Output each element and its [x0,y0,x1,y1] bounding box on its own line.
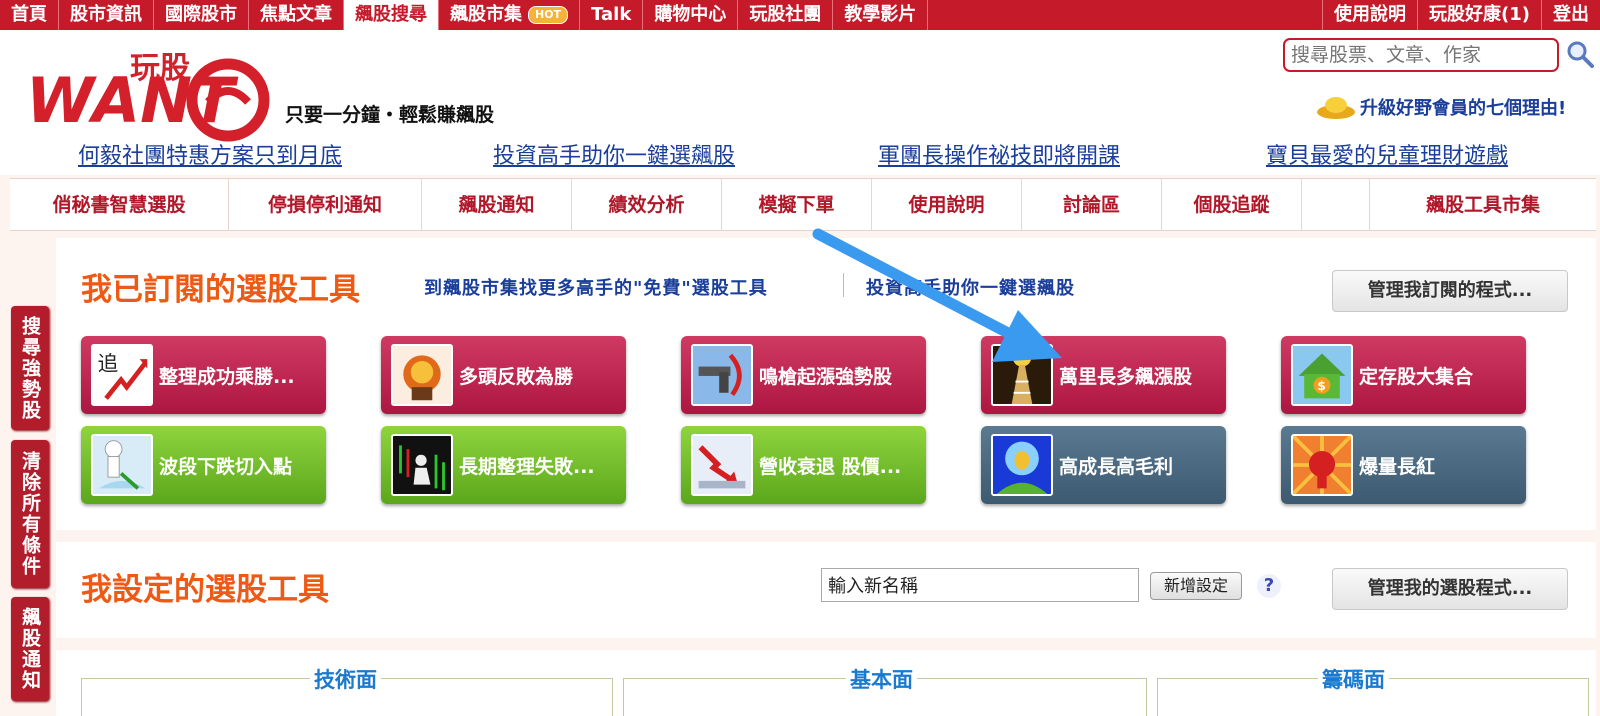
subnav-simulated-trade[interactable]: 模擬下單 [722,179,872,231]
sidetab-search-strong-label: 搜尋強勢股 [19,315,41,421]
logo-cn-text: 玩股 [130,51,190,86]
tool-card[interactable]: 波段下跌切入點 [81,426,326,504]
tool-label: 波段下跌切入點 [159,455,293,478]
subnav-empty [1302,179,1370,231]
tool-card[interactable]: $ 定存股大集合 [1281,336,1526,414]
help-icon[interactable]: ? [1257,574,1281,598]
subnav-stop-loss[interactable]: 停損停利通知 [229,179,422,231]
nav-perks[interactable]: 玩股好康(1) [1417,0,1541,30]
tool-label: 爆量長紅 [1359,455,1436,478]
nav-home[interactable]: 首頁 [0,0,59,30]
svg-text:$: $ [1317,379,1325,393]
search-icon[interactable] [1566,40,1594,68]
category-panel: 技術面 基本面 籌碼面 [56,650,1596,716]
subnav-stock-alert[interactable]: 飆股通知 [422,179,572,231]
down-arrow-icon [691,434,753,496]
hot-badge: HOT [528,6,569,24]
sidetab-clear-conditions-label: 清除所有條件 [19,451,41,577]
tool-label: 定存股大集合 [1359,365,1474,388]
nav-stock-market-label: 飆股市集 [450,4,522,25]
subnav-forum[interactable]: 討論區 [1022,179,1162,231]
sidetab-stock-alert[interactable]: 飆股通知 [11,597,49,701]
category-technical[interactable]: 技術面 [310,664,381,694]
custom-tools-panel: 我設定的選股工具 新增設定 ? 管理我的選股程式... [56,542,1596,638]
golden-egg-icon [991,434,1053,496]
gold-ingot-icon [1317,97,1355,119]
manage-custom-button[interactable]: 管理我的選股程式... [1332,568,1568,610]
subnav-performance[interactable]: 績效分析 [572,179,722,231]
manage-subscribed-button[interactable]: 管理我訂閱的程式... [1332,270,1568,312]
tool-label: 整理成功乘勝... [159,365,295,388]
subnav-help[interactable]: 使用說明 [872,179,1022,231]
tool-label: 萬里長多飆漲股 [1059,365,1193,388]
site-header: WANT 玩股 只要一分鐘・輕鬆賺飆股 升級好野會員的七個理由! 何毅社團特惠方… [0,30,1600,175]
add-setting-button[interactable]: 新增設定 [1150,572,1242,600]
search-input[interactable] [1283,38,1559,72]
nav-talk[interactable]: Talk [580,0,644,30]
site-slogan: 只要一分鐘・輕鬆賺飆股 [285,104,495,126]
chase-arrow-icon: 追 [91,344,153,406]
sidetab-clear-conditions[interactable]: 清除所有條件 [11,440,49,588]
fire-fist-icon [391,344,453,406]
category-chips[interactable]: 籌碼面 [1318,664,1389,694]
nav-stock-search[interactable]: 飆股搜尋 [344,0,439,30]
promo-link-community[interactable]: 何毅社團特惠方案只到月底 [78,138,342,170]
subnav-stock-tracking[interactable]: 個股追蹤 [1162,179,1302,231]
red-fist-icon [1291,434,1353,496]
tool-label: 鳴槍起漲強勢股 [759,365,893,388]
nav-shopping[interactable]: 購物中心 [643,0,739,30]
nav-featured-articles[interactable]: 焦點文章 [249,0,344,30]
tool-label: 營收衰退 股價... [759,455,902,478]
tool-card[interactable]: 長期整理失敗... [381,426,626,504]
one-click-link[interactable]: 投資高手助你一鍵選飆股 [866,274,1075,300]
svg-text:追: 追 [98,351,119,375]
nav-stock-market[interactable]: 飆股市集 HOT [439,0,581,30]
wantgoo-logo[interactable]: WANT 玩股 [18,40,278,150]
nav-community[interactable]: 玩股社團 [738,0,834,30]
top-nav-right: 使用說明 玩股好康(1) 登出 [1322,0,1600,30]
sidetab-stock-alert-label: 飆股通知 [19,607,41,691]
subscribed-tools-panel: 我已訂閱的選股工具 到飆股市集找更多高手的"免費"選股工具 投資高手助你一鍵選飆… [56,238,1596,530]
tool-card[interactable]: 營收衰退 股價... [681,426,926,504]
money-house-icon: $ [1291,344,1353,406]
climber-icon [91,434,153,496]
sidetab-search-strong[interactable]: 搜尋強勢股 [11,306,49,430]
falling-chart-icon [391,434,453,496]
new-name-input[interactable] [821,568,1139,602]
tool-card[interactable]: 追 整理成功乘勝... [81,336,326,414]
tool-label: 長期整理失敗... [459,455,595,478]
sub-nav-bar: 俏秘書智慧選股 停損停利通知 飆股通知 績效分析 模擬下單 使用說明 討論區 個… [10,178,1596,231]
nav-help[interactable]: 使用說明 [1322,0,1417,30]
free-tools-link[interactable]: 到飆股市集找更多高手的"免費"選股工具 [424,274,768,300]
tool-card[interactable]: 爆量長紅 [1281,426,1526,504]
promo-link-kids-game[interactable]: 寶貝最愛的兒童理財遊戲 [1266,138,1508,170]
nav-logout[interactable]: 登出 [1541,0,1600,30]
category-fundamental[interactable]: 基本面 [846,664,917,694]
nav-videos[interactable]: 教學影片 [833,0,929,30]
upgrade-link[interactable]: 升級好野會員的七個理由! [1316,94,1566,120]
tool-card[interactable]: 鳴槍起漲強勢股 [681,336,926,414]
pistol-icon [691,344,753,406]
subscribed-title: 我已訂閱的選股工具 [81,272,360,308]
subnav-smart-secretary[interactable]: 俏秘書智慧選股 [10,179,229,231]
top-nav-bar: 首頁 股市資訊 國際股市 焦點文章 飆股搜尋 飆股市集 HOT Talk 購物中… [0,0,1600,30]
upgrade-text: 升級好野會員的七個理由! [1360,98,1567,119]
link-divider [843,273,844,297]
stairs-icon [991,344,1053,406]
tool-label: 多頭反敗為勝 [459,365,574,388]
promo-link-course[interactable]: 軍團長操作祕技即將開課 [878,138,1120,170]
custom-title: 我設定的選股工具 [81,572,329,608]
nav-market-info[interactable]: 股市資訊 [59,0,154,30]
tool-card[interactable]: 多頭反敗為勝 [381,336,626,414]
tool-card[interactable]: 萬里長多飆漲股 [981,336,1226,414]
tool-card[interactable]: 高成長高毛利 [981,426,1226,504]
promo-link-one-click[interactable]: 投資高手助你一鍵選飆股 [493,138,735,170]
nav-intl-market[interactable]: 國際股市 [154,0,249,30]
subnav-tool-market[interactable]: 飆股工具市集 [1370,179,1596,231]
tool-label: 高成長高毛利 [1059,455,1174,478]
